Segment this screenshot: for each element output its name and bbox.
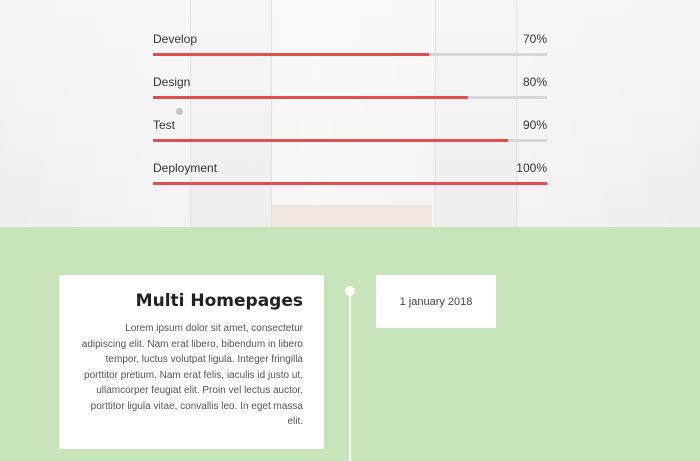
skill-develop: Develop 70% — [153, 30, 547, 73]
skill-label: Develop — [153, 32, 198, 46]
skill-deployment: Deployment 100% — [153, 159, 547, 202]
card-title: Multi Homepages — [135, 291, 303, 311]
skill-label: Design — [153, 75, 191, 89]
date-text: 1 january 2018 — [399, 295, 473, 308]
timeline-card: Multi Homepages Lorem ipsum dolor sit am… — [59, 275, 324, 449]
skill-test: Test 90% — [153, 116, 547, 159]
progress-fill — [153, 139, 508, 142]
progress-fill — [153, 96, 469, 99]
skill-label: Test — [153, 118, 176, 132]
progress-track — [153, 182, 547, 185]
progress-track — [153, 53, 547, 56]
progress-fill — [153, 53, 429, 56]
card-body: Lorem ipsum dolor sit amet, consectetur … — [81, 323, 303, 427]
timeline-dot — [345, 286, 355, 296]
timeline-line — [349, 292, 351, 461]
skill-percent: 70% — [522, 32, 547, 46]
skill-percent: 80% — [522, 75, 547, 89]
skill-percent: 100% — [516, 161, 547, 175]
timeline-date: 1 january 2018 — [376, 275, 496, 328]
skill-percent: 90% — [522, 118, 547, 132]
skill-label: Deployment — [153, 161, 218, 175]
skill-design: Design 80% — [153, 73, 547, 116]
progress-track — [153, 139, 547, 142]
door-inner-image — [272, 205, 432, 227]
hero-background: Develop 70% Design 80% Test 90% Deployme… — [0, 0, 700, 227]
progress-fill — [153, 182, 547, 185]
progress-track — [153, 96, 547, 99]
skills-list: Develop 70% Design 80% Test 90% Deployme… — [153, 30, 547, 202]
